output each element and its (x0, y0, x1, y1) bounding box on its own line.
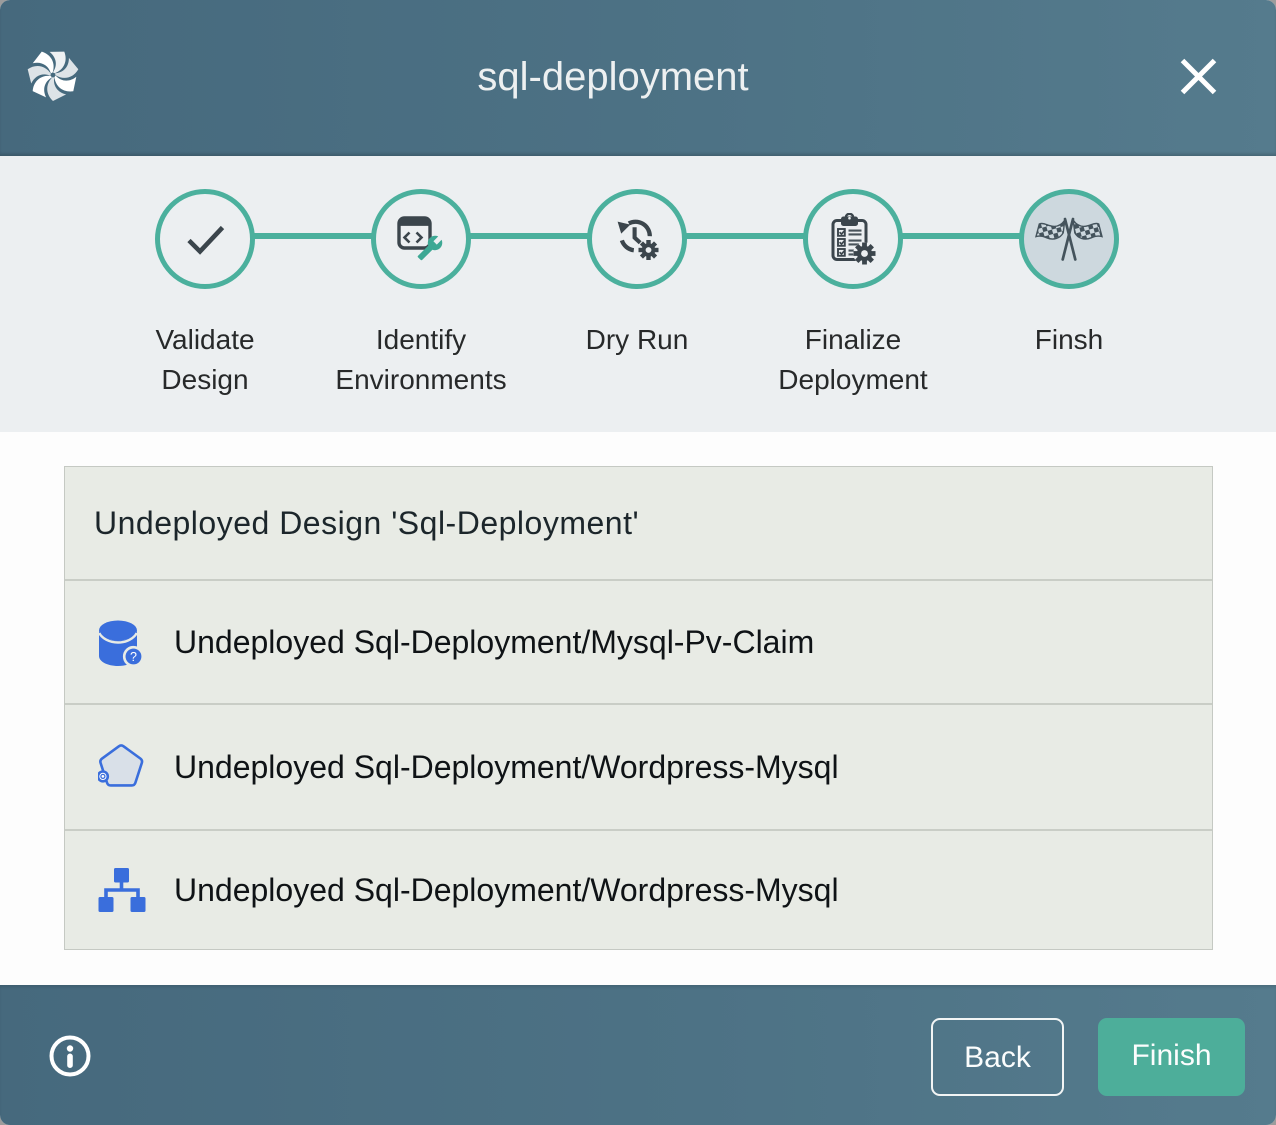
svg-text:?: ? (130, 650, 137, 664)
